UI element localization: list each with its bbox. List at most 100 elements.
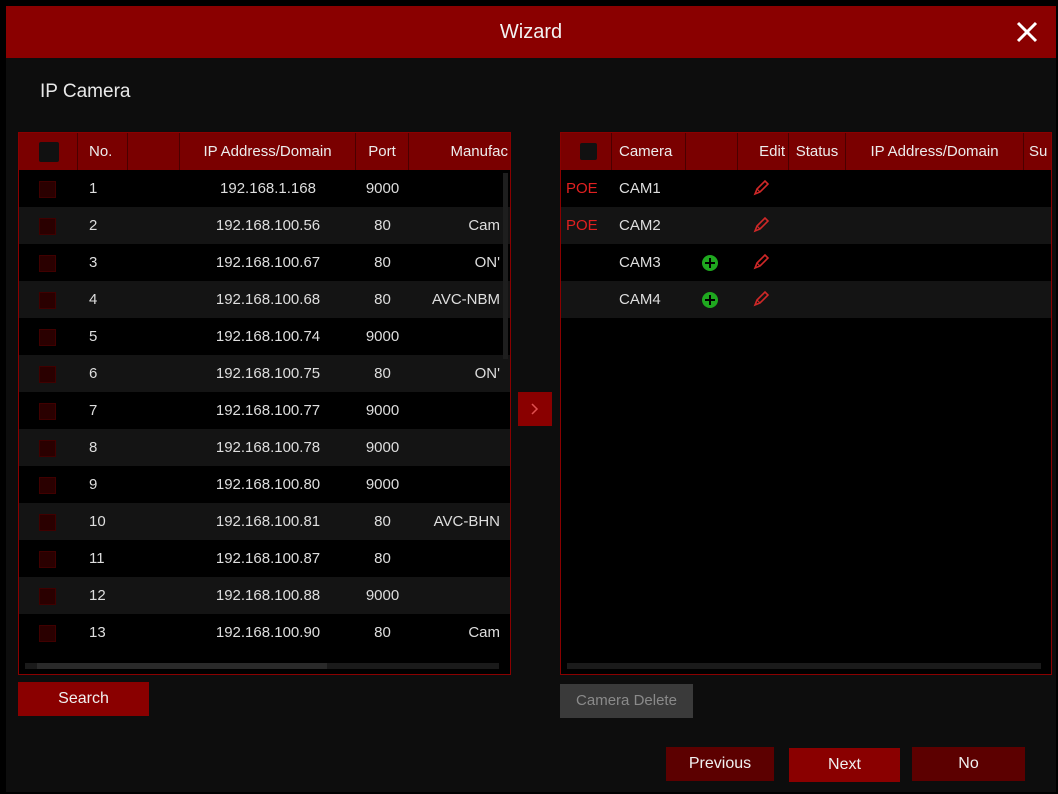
row-ip: 192.168.100.88 [215, 587, 321, 604]
table-row[interactable]: 8 192.168.100.78 9000 [19, 429, 510, 466]
poe-tag: POE [566, 180, 598, 197]
horizontal-scrollbar[interactable] [567, 663, 1041, 669]
header-manufacturer[interactable]: Manufac [409, 133, 510, 170]
table-row[interactable]: 13 192.168.100.90 80 Cam [19, 614, 510, 651]
table-row[interactable]: CAM4 [561, 281, 1051, 318]
horizontal-scrollbar[interactable] [25, 663, 499, 669]
row-checkbox[interactable] [39, 218, 56, 235]
table-row[interactable]: 5 192.168.100.74 9000 [19, 318, 510, 355]
poe-tag [566, 244, 606, 281]
row-no: 3 [89, 254, 98, 271]
select-all-cell [561, 133, 612, 170]
scrollbar-thumb[interactable] [37, 663, 327, 669]
row-manufacturer [409, 170, 500, 207]
no-button[interactable]: No [912, 747, 1025, 781]
row-manufacturer [409, 540, 500, 577]
row-no: 13 [89, 624, 106, 641]
poe-tag [566, 281, 606, 318]
select-all-checkbox[interactable] [580, 143, 597, 160]
row-manufacturer [409, 392, 500, 429]
row-checkbox[interactable] [39, 551, 56, 568]
row-ip: 192.168.100.81 [215, 513, 321, 530]
row-checkbox[interactable] [39, 588, 56, 605]
window-title: Wizard [499, 21, 563, 43]
camera-name: CAM1 [619, 180, 661, 197]
row-no: 11 [89, 550, 105, 567]
header-status[interactable]: Status [789, 133, 846, 170]
edit-pencil-icon[interactable] [752, 253, 770, 271]
row-checkbox[interactable] [39, 625, 56, 642]
row-ip: 192.168.100.56 [215, 217, 321, 234]
table-row[interactable]: 10 192.168.100.81 80 AVC-BHN [19, 503, 510, 540]
row-checkbox[interactable] [39, 440, 56, 457]
table-row[interactable]: 2 192.168.100.56 80 Cam [19, 207, 510, 244]
section-title: IP Camera [40, 81, 131, 102]
table-row[interactable]: 11 192.168.100.87 80 [19, 540, 510, 577]
add-to-list-button[interactable] [518, 392, 552, 426]
add-camera-icon[interactable] [702, 255, 718, 271]
table-row[interactable]: 4 192.168.100.68 80 AVC-NBM [19, 281, 510, 318]
row-manufacturer [409, 429, 500, 466]
row-ip: 192.168.100.90 [215, 624, 321, 641]
row-checkbox[interactable] [39, 477, 56, 494]
close-icon[interactable] [1010, 15, 1044, 49]
row-ip: 192.168.100.74 [215, 328, 321, 345]
add-camera-icon[interactable] [702, 292, 718, 308]
row-checkbox[interactable] [39, 403, 56, 420]
row-port: 9000 [365, 328, 400, 345]
row-no: 1 [89, 180, 98, 197]
header-subnet[interactable]: Su [1024, 133, 1051, 170]
poe-tag: POE [566, 217, 598, 234]
previous-button[interactable]: Previous [666, 747, 774, 781]
table-row[interactable]: 12 192.168.100.88 9000 [19, 577, 510, 614]
row-port: 9000 [365, 587, 400, 604]
header-blank [128, 133, 180, 170]
row-port: 9000 [365, 402, 400, 419]
vertical-scrollbar[interactable] [503, 173, 508, 359]
table-row[interactable]: 9 192.168.100.80 9000 [19, 466, 510, 503]
header-camera[interactable]: Camera [612, 133, 686, 170]
table-row[interactable]: CAM3 [561, 244, 1051, 281]
table-row[interactable]: POE CAM2 [561, 207, 1051, 244]
header-port[interactable]: Port [356, 133, 409, 170]
row-manufacturer: AVC-BHN [433, 513, 500, 530]
row-ip: 192.168.100.68 [215, 291, 321, 308]
row-port: 80 [374, 550, 391, 567]
row-port: 80 [374, 513, 391, 530]
camera-name: CAM4 [619, 291, 661, 308]
table-row[interactable]: 1 192.168.1.168 9000 [19, 170, 510, 207]
row-checkbox[interactable] [39, 366, 56, 383]
row-checkbox[interactable] [39, 181, 56, 198]
header-no[interactable]: No. [78, 133, 128, 170]
row-ip: 192.168.100.80 [215, 476, 321, 493]
edit-pencil-icon[interactable] [752, 179, 770, 197]
header-ip[interactable]: IP Address/Domain [846, 133, 1024, 170]
row-checkbox[interactable] [39, 329, 56, 346]
search-device-table: No. IP Address/Domain Port Manufac 1 192.… [18, 132, 511, 675]
header-edit: Edit [738, 133, 789, 170]
row-port: 9000 [365, 439, 400, 456]
select-all-checkbox[interactable] [39, 142, 59, 162]
table-row[interactable]: 6 192.168.100.75 80 ON' [19, 355, 510, 392]
row-checkbox[interactable] [39, 514, 56, 531]
header-ip[interactable]: IP Address/Domain [180, 133, 356, 170]
row-ip: 192.168.100.67 [215, 254, 321, 271]
row-port: 80 [374, 217, 391, 234]
select-all-cell [19, 133, 78, 170]
camera-delete-button[interactable]: Camera Delete [560, 684, 693, 718]
row-checkbox[interactable] [39, 255, 56, 272]
table-row[interactable]: 3 192.168.100.67 80 ON' [19, 244, 510, 281]
row-manufacturer: Cam [468, 217, 500, 234]
camera-name: CAM3 [619, 254, 661, 271]
table-header: No. IP Address/Domain Port Manufac [19, 133, 510, 170]
row-ip: 192.168.1.168 [220, 180, 316, 197]
row-manufacturer: ON' [474, 254, 500, 271]
edit-pencil-icon[interactable] [752, 290, 770, 308]
row-no: 4 [89, 291, 98, 308]
table-row[interactable]: POE CAM1 [561, 170, 1051, 207]
table-row[interactable]: 7 192.168.100.77 9000 [19, 392, 510, 429]
edit-pencil-icon[interactable] [752, 216, 770, 234]
search-button[interactable]: Search [18, 682, 149, 716]
row-checkbox[interactable] [39, 292, 56, 309]
next-button[interactable]: Next [789, 748, 900, 782]
